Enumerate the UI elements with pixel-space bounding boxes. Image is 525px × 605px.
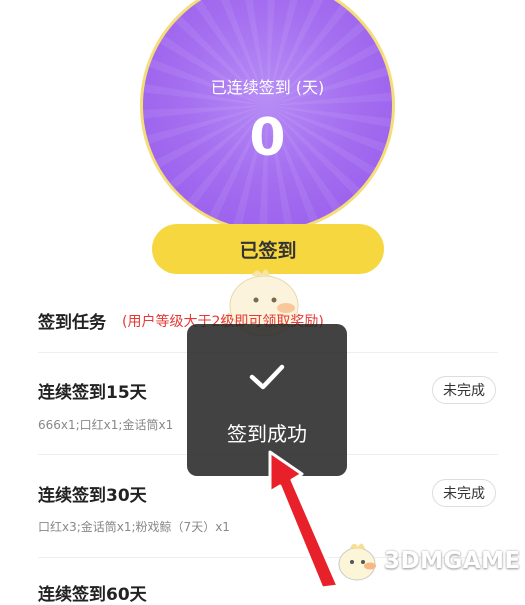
checkmark-icon — [249, 364, 285, 390]
task-name: 连续签到30天 — [38, 486, 147, 506]
toast-text: 签到成功 — [227, 422, 307, 446]
watermark-text: 3DMGAME — [384, 548, 521, 574]
watermark: 3DMGAME — [334, 536, 525, 586]
pointer-arrow-icon — [268, 450, 340, 588]
task-reward: 666x1;口红x1;金话筒x1 — [38, 418, 174, 432]
checkin-panel: 已连续签到 (天) 0 — [140, 0, 395, 240]
task-name: 连续签到15天 — [38, 383, 147, 403]
streak-count: 0 — [249, 108, 286, 168]
task-reward: 口红x3;金话筒x1;粉戏鲸（7天）x1 — [38, 520, 230, 534]
watermark-logo-icon — [338, 543, 376, 581]
tasks-title: 签到任务 — [38, 313, 106, 333]
streak-label: 已连续签到 (天) — [210, 78, 325, 97]
task-name: 连续签到60天 — [38, 585, 147, 605]
task-status-button[interactable]: 未完成 — [432, 376, 496, 404]
task-status-button[interactable]: 未完成 — [432, 479, 496, 507]
